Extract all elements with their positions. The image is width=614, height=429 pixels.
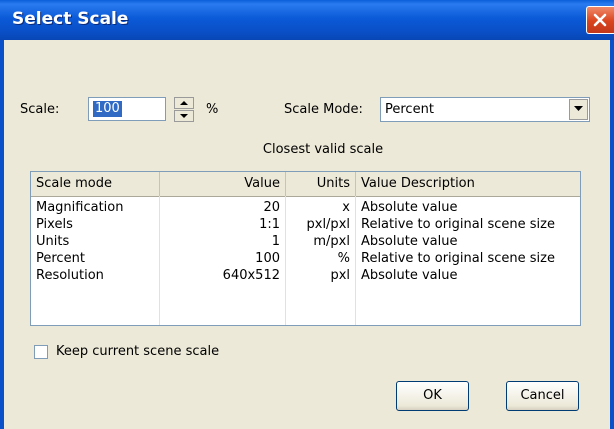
column-header-value[interactable]: Value <box>160 172 286 196</box>
table-row[interactable]: Percent 100 % Relative to original scene… <box>31 250 580 267</box>
table-row[interactable]: Pixels 1:1 pxl/pxl Relative to original … <box>31 216 580 233</box>
cell-scale-mode: Resolution <box>31 267 160 284</box>
ok-button[interactable]: OK <box>396 381 469 411</box>
table-header: Scale mode Value Units Value Description <box>31 172 580 197</box>
scale-spinner[interactable] <box>174 97 196 123</box>
cell-units: x <box>286 199 356 216</box>
cell-units: pxl/pxl <box>286 216 356 233</box>
spin-down-icon <box>180 114 188 118</box>
scale-input-value: 100 <box>93 101 122 117</box>
cell-scale-mode: Pixels <box>31 216 160 233</box>
spin-down-button[interactable] <box>174 110 194 122</box>
cell-description: Absolute value <box>361 234 458 249</box>
cell-description: Absolute value <box>361 200 458 215</box>
scale-mode-label: Scale Mode: <box>284 102 363 117</box>
window-frame-left <box>0 40 4 429</box>
close-icon <box>593 13 607 27</box>
cell-description: Relative to original scene size <box>361 217 555 232</box>
cell-value: 640x512 <box>160 267 286 284</box>
cell-scale-mode: Magnification <box>31 199 160 216</box>
keep-scale-checkbox[interactable] <box>34 345 48 359</box>
cell-units: m/pxl <box>286 233 356 250</box>
column-header-description[interactable]: Value Description <box>356 172 580 196</box>
cell-description: Relative to original scene size <box>361 251 555 266</box>
cell-units: pxl <box>286 267 356 284</box>
cell-value: 1:1 <box>160 216 286 233</box>
table-row[interactable]: Units 1 m/pxl Absolute value <box>31 233 580 250</box>
cell-scale-mode: Units <box>31 233 160 250</box>
window-title: Select Scale <box>12 9 129 29</box>
cancel-button[interactable]: Cancel <box>506 381 579 411</box>
cell-description: Absolute value <box>361 268 458 283</box>
percent-unit-label: % <box>206 102 219 117</box>
cell-value: 1 <box>160 233 286 250</box>
spin-up-icon <box>180 101 188 105</box>
cell-scale-mode: Percent <box>31 250 160 267</box>
chevron-down-icon <box>574 106 583 111</box>
cell-units: % <box>286 250 356 267</box>
closest-scale-heading: Closest valid scale <box>0 142 614 157</box>
closest-scale-text: Closest valid scale <box>262 142 384 157</box>
dropdown-button[interactable] <box>569 99 588 120</box>
table-row[interactable]: Magnification 20 x Absolute value <box>31 199 580 216</box>
scale-mode-select[interactable]: Percent <box>380 97 590 122</box>
cell-value: 20 <box>160 199 286 216</box>
scale-input[interactable]: 100 <box>88 97 166 121</box>
close-button[interactable] <box>586 6 614 34</box>
window-frame-right <box>610 40 614 429</box>
table-row[interactable]: Resolution 640x512 pxl Absolute value <box>31 267 580 284</box>
spin-up-button[interactable] <box>174 97 194 109</box>
scale-mode-value: Percent <box>385 102 434 117</box>
cell-value: 100 <box>160 250 286 267</box>
keep-scale-label[interactable]: Keep current scene scale <box>56 344 219 359</box>
column-header-units[interactable]: Units <box>286 172 356 196</box>
title-bar[interactable]: Select Scale <box>0 0 614 40</box>
scale-label: Scale: <box>20 102 60 117</box>
scale-table[interactable]: Scale mode Value Units Value Description… <box>30 171 581 326</box>
column-header-scale-mode[interactable]: Scale mode <box>31 172 160 196</box>
